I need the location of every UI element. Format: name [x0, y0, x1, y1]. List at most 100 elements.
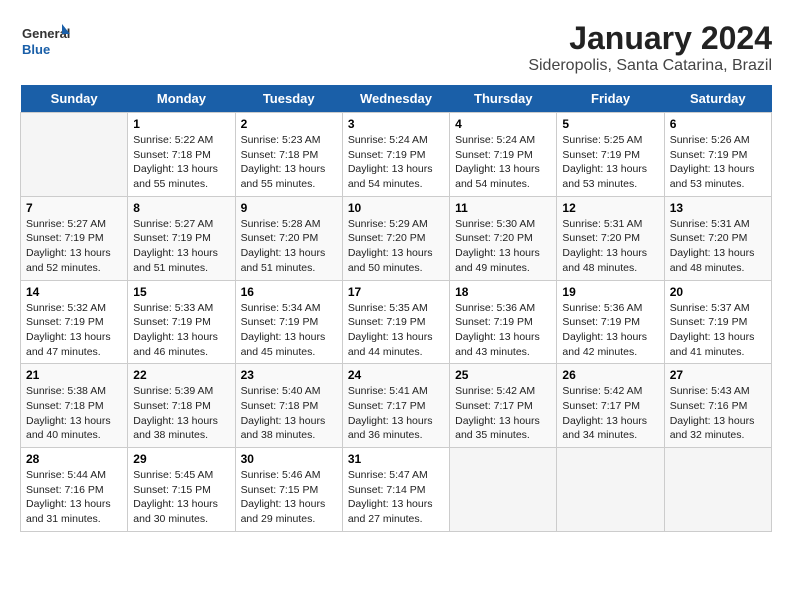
sunrise-text: Sunrise: 5:23 AM: [241, 133, 337, 148]
sunset-text: Sunset: 7:20 PM: [670, 231, 766, 246]
calendar-cell: 23 Sunrise: 5:40 AM Sunset: 7:18 PM Dayl…: [235, 364, 342, 448]
date-number: 20: [670, 285, 766, 299]
date-number: 21: [26, 368, 122, 382]
sunset-text: Sunset: 7:19 PM: [348, 315, 444, 330]
calendar-cell: 2 Sunrise: 5:23 AM Sunset: 7:18 PM Dayli…: [235, 113, 342, 197]
cell-info: Sunrise: 5:45 AM Sunset: 7:15 PM Dayligh…: [133, 468, 229, 527]
calendar-cell: 13 Sunrise: 5:31 AM Sunset: 7:20 PM Dayl…: [664, 196, 771, 280]
calendar-cell: 30 Sunrise: 5:46 AM Sunset: 7:15 PM Dayl…: [235, 448, 342, 532]
daylight-text: Daylight: 13 hours and 55 minutes.: [241, 162, 337, 191]
sunrise-text: Sunrise: 5:42 AM: [562, 384, 658, 399]
date-number: 23: [241, 368, 337, 382]
calendar-cell: 4 Sunrise: 5:24 AM Sunset: 7:19 PM Dayli…: [450, 113, 557, 197]
calendar-cell: 10 Sunrise: 5:29 AM Sunset: 7:20 PM Dayl…: [342, 196, 449, 280]
daylight-text: Daylight: 13 hours and 36 minutes.: [348, 414, 444, 443]
sunset-text: Sunset: 7:19 PM: [26, 231, 122, 246]
date-number: 4: [455, 117, 551, 131]
sunset-text: Sunset: 7:18 PM: [133, 399, 229, 414]
daylight-text: Daylight: 13 hours and 44 minutes.: [348, 330, 444, 359]
cell-info: Sunrise: 5:34 AM Sunset: 7:19 PM Dayligh…: [241, 301, 337, 360]
calendar-cell: 15 Sunrise: 5:33 AM Sunset: 7:19 PM Dayl…: [128, 280, 235, 364]
date-number: 10: [348, 201, 444, 215]
date-number: 2: [241, 117, 337, 131]
date-number: 22: [133, 368, 229, 382]
daylight-text: Daylight: 13 hours and 42 minutes.: [562, 330, 658, 359]
calendar-cell: 26 Sunrise: 5:42 AM Sunset: 7:17 PM Dayl…: [557, 364, 664, 448]
calendar-cell: [557, 448, 664, 532]
logo: General Blue: [20, 20, 70, 65]
calendar-cell: [664, 448, 771, 532]
sunrise-text: Sunrise: 5:40 AM: [241, 384, 337, 399]
sunrise-text: Sunrise: 5:33 AM: [133, 301, 229, 316]
sunset-text: Sunset: 7:19 PM: [455, 315, 551, 330]
sunrise-text: Sunrise: 5:36 AM: [455, 301, 551, 316]
cell-info: Sunrise: 5:22 AM Sunset: 7:18 PM Dayligh…: [133, 133, 229, 192]
daylight-text: Daylight: 13 hours and 48 minutes.: [670, 246, 766, 275]
calendar-cell: 8 Sunrise: 5:27 AM Sunset: 7:19 PM Dayli…: [128, 196, 235, 280]
sunrise-text: Sunrise: 5:36 AM: [562, 301, 658, 316]
week-row-2: 7 Sunrise: 5:27 AM Sunset: 7:19 PM Dayli…: [21, 196, 772, 280]
calendar-cell: 22 Sunrise: 5:39 AM Sunset: 7:18 PM Dayl…: [128, 364, 235, 448]
sunset-text: Sunset: 7:17 PM: [455, 399, 551, 414]
sunset-text: Sunset: 7:19 PM: [133, 231, 229, 246]
sunset-text: Sunset: 7:15 PM: [133, 483, 229, 498]
cell-info: Sunrise: 5:44 AM Sunset: 7:16 PM Dayligh…: [26, 468, 122, 527]
date-number: 28: [26, 452, 122, 466]
day-header-tuesday: Tuesday: [235, 85, 342, 113]
sunrise-text: Sunrise: 5:31 AM: [562, 217, 658, 232]
cell-info: Sunrise: 5:26 AM Sunset: 7:19 PM Dayligh…: [670, 133, 766, 192]
sunset-text: Sunset: 7:20 PM: [241, 231, 337, 246]
sunset-text: Sunset: 7:18 PM: [241, 399, 337, 414]
cell-info: Sunrise: 5:41 AM Sunset: 7:17 PM Dayligh…: [348, 384, 444, 443]
date-number: 27: [670, 368, 766, 382]
date-number: 1: [133, 117, 229, 131]
cell-info: Sunrise: 5:47 AM Sunset: 7:14 PM Dayligh…: [348, 468, 444, 527]
day-header-monday: Monday: [128, 85, 235, 113]
daylight-text: Daylight: 13 hours and 53 minutes.: [562, 162, 658, 191]
cell-info: Sunrise: 5:24 AM Sunset: 7:19 PM Dayligh…: [455, 133, 551, 192]
day-header-row: SundayMondayTuesdayWednesdayThursdayFrid…: [21, 85, 772, 113]
cell-info: Sunrise: 5:31 AM Sunset: 7:20 PM Dayligh…: [562, 217, 658, 276]
daylight-text: Daylight: 13 hours and 51 minutes.: [241, 246, 337, 275]
calendar-cell: 17 Sunrise: 5:35 AM Sunset: 7:19 PM Dayl…: [342, 280, 449, 364]
sunset-text: Sunset: 7:19 PM: [133, 315, 229, 330]
calendar-cell: 24 Sunrise: 5:41 AM Sunset: 7:17 PM Dayl…: [342, 364, 449, 448]
cell-info: Sunrise: 5:43 AM Sunset: 7:16 PM Dayligh…: [670, 384, 766, 443]
daylight-text: Daylight: 13 hours and 34 minutes.: [562, 414, 658, 443]
svg-text:Blue: Blue: [22, 42, 50, 57]
calendar-cell: 11 Sunrise: 5:30 AM Sunset: 7:20 PM Dayl…: [450, 196, 557, 280]
sunset-text: Sunset: 7:16 PM: [670, 399, 766, 414]
calendar-cell: 1 Sunrise: 5:22 AM Sunset: 7:18 PM Dayli…: [128, 113, 235, 197]
week-row-4: 21 Sunrise: 5:38 AM Sunset: 7:18 PM Dayl…: [21, 364, 772, 448]
cell-info: Sunrise: 5:37 AM Sunset: 7:19 PM Dayligh…: [670, 301, 766, 360]
sunset-text: Sunset: 7:19 PM: [348, 148, 444, 163]
sunrise-text: Sunrise: 5:28 AM: [241, 217, 337, 232]
header-section: General Blue January 2024 Sideropolis, S…: [20, 20, 772, 75]
daylight-text: Daylight: 13 hours and 53 minutes.: [670, 162, 766, 191]
daylight-text: Daylight: 13 hours and 48 minutes.: [562, 246, 658, 275]
calendar-cell: 3 Sunrise: 5:24 AM Sunset: 7:19 PM Dayli…: [342, 113, 449, 197]
daylight-text: Daylight: 13 hours and 38 minutes.: [133, 414, 229, 443]
date-number: 30: [241, 452, 337, 466]
date-number: 26: [562, 368, 658, 382]
cell-info: Sunrise: 5:33 AM Sunset: 7:19 PM Dayligh…: [133, 301, 229, 360]
cell-info: Sunrise: 5:36 AM Sunset: 7:19 PM Dayligh…: [455, 301, 551, 360]
sunrise-text: Sunrise: 5:44 AM: [26, 468, 122, 483]
calendar-cell: 12 Sunrise: 5:31 AM Sunset: 7:20 PM Dayl…: [557, 196, 664, 280]
date-number: 19: [562, 285, 658, 299]
sunrise-text: Sunrise: 5:31 AM: [670, 217, 766, 232]
date-number: 25: [455, 368, 551, 382]
sunset-text: Sunset: 7:14 PM: [348, 483, 444, 498]
cell-info: Sunrise: 5:24 AM Sunset: 7:19 PM Dayligh…: [348, 133, 444, 192]
main-title: January 2024: [528, 20, 772, 57]
daylight-text: Daylight: 13 hours and 45 minutes.: [241, 330, 337, 359]
cell-info: Sunrise: 5:23 AM Sunset: 7:18 PM Dayligh…: [241, 133, 337, 192]
calendar-cell: 28 Sunrise: 5:44 AM Sunset: 7:16 PM Dayl…: [21, 448, 128, 532]
cell-info: Sunrise: 5:31 AM Sunset: 7:20 PM Dayligh…: [670, 217, 766, 276]
sunset-text: Sunset: 7:18 PM: [241, 148, 337, 163]
daylight-text: Daylight: 13 hours and 27 minutes.: [348, 497, 444, 526]
sunrise-text: Sunrise: 5:43 AM: [670, 384, 766, 399]
cell-info: Sunrise: 5:39 AM Sunset: 7:18 PM Dayligh…: [133, 384, 229, 443]
daylight-text: Daylight: 13 hours and 38 minutes.: [241, 414, 337, 443]
week-row-1: 1 Sunrise: 5:22 AM Sunset: 7:18 PM Dayli…: [21, 113, 772, 197]
